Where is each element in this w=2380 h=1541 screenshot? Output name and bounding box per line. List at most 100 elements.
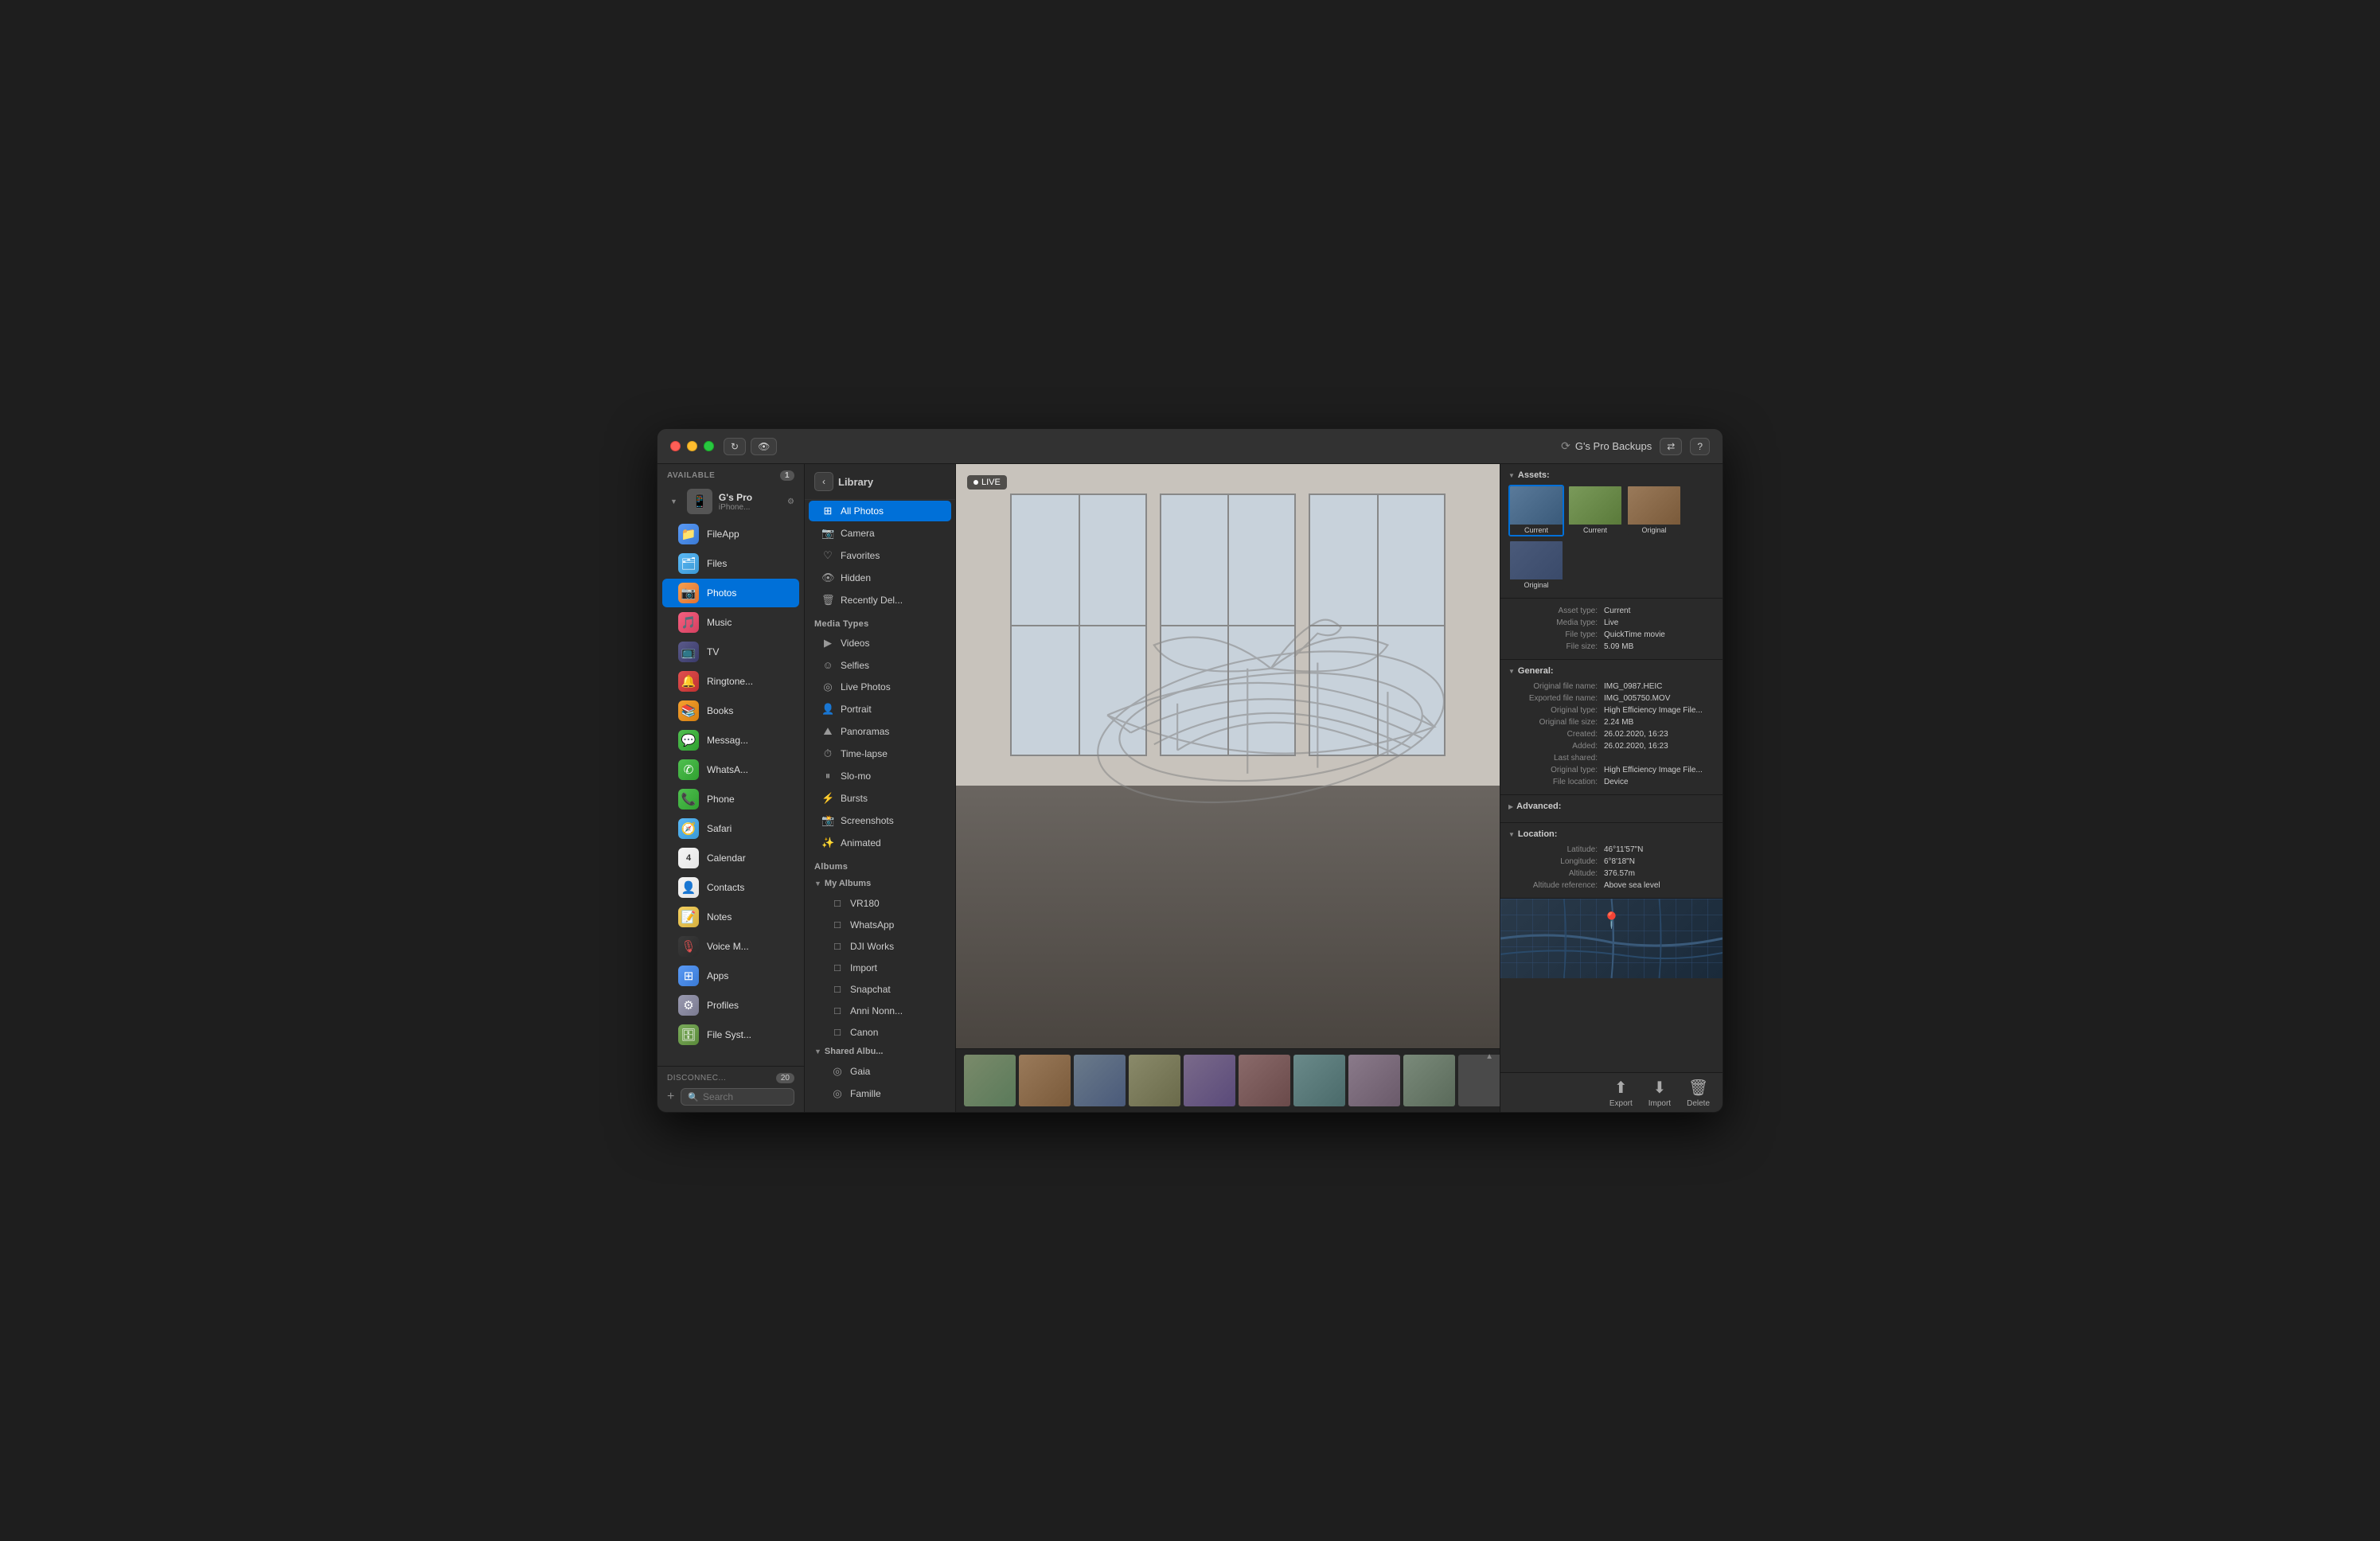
selfies-label: Selfies [841,660,869,671]
app-item-books[interactable]: 📚 Books [662,696,799,725]
nav-item-recently-deleted[interactable]: 🗑 Recently Del... [809,590,951,611]
close-button[interactable] [670,441,681,451]
nav-item-whatsapp-album[interactable]: □ WhatsApp [809,915,951,934]
location-collapse-icon[interactable]: ▼ [1508,831,1515,838]
app-item-notes[interactable]: 📝 Notes [662,903,799,931]
thumb-2[interactable] [1019,1055,1071,1106]
assets-collapse-icon[interactable]: ▼ [1508,472,1515,479]
hidden-label: Hidden [841,572,871,583]
nav-item-portrait[interactable]: 👤 Portrait [809,699,951,720]
add-button[interactable]: + [667,1090,674,1104]
asset-thumb-original-1[interactable]: Original [1626,485,1682,536]
import-button[interactable]: ⬇ Import [1648,1078,1671,1108]
app-item-music[interactable]: 🎵 Music [662,608,799,637]
device-collapse-icon[interactable]: ▼ [667,497,681,505]
device-settings-icon[interactable]: ⚙ [787,497,794,506]
general-title: General: [1518,666,1554,676]
albums-label: Albums [805,854,955,875]
app-item-apps[interactable]: ⊞ Apps [662,962,799,990]
general-collapse-icon[interactable]: ▼ [1508,668,1515,675]
recently-deleted-icon: 🗑 [821,594,834,607]
thumb-1[interactable] [964,1055,1016,1106]
nav-item-gaia[interactable]: ◎ Gaia [809,1061,951,1082]
advanced-collapse-icon[interactable]: ▶ [1508,803,1513,810]
refresh-button[interactable]: ↻ [724,438,746,455]
all-photos-label: All Photos [841,505,884,517]
app-item-contacts[interactable]: 👤 Contacts [662,873,799,902]
app-item-ringtone[interactable]: 🔔 Ringtone... [662,667,799,696]
original-type-key: Original type: [1508,706,1604,715]
nav-item-videos[interactable]: ▶ Videos [809,633,951,653]
shared-albums-expand[interactable]: ▼ Shared Albu... [805,1043,955,1060]
nav-item-timelapse[interactable]: ⏱ Time-lapse [809,743,951,764]
thumb-9[interactable] [1403,1055,1455,1106]
device-row[interactable]: ▼ 📱 G's Pro iPhone... ⚙ [657,484,804,519]
nav-item-famille[interactable]: ◎ Famille [809,1083,951,1104]
app-item-calendar[interactable]: 4 Calendar [662,844,799,872]
asset-thumb-original-2[interactable]: Original [1508,540,1564,591]
preview-button[interactable]: 👁 [751,438,777,455]
map-area[interactable]: 📍 [1500,899,1723,978]
assets-title: Assets: [1518,470,1550,480]
nav-item-screenshots[interactable]: 📸 Screenshots [809,810,951,831]
strip-collapse-icon[interactable]: ▲ [1485,1052,1493,1061]
thumb-4[interactable] [1129,1055,1180,1106]
app-item-tv[interactable]: 📺 TV [662,638,799,666]
app-item-fileapp[interactable]: 📁 FileApp [662,520,799,548]
app-item-files[interactable]: 🗂 Files [662,549,799,578]
export-button[interactable]: ⬆ Export [1609,1078,1633,1108]
maximize-button[interactable] [704,441,714,451]
nav-item-slomo[interactable]: ⏸ Slo-mo [809,766,951,786]
nav-item-live-photos[interactable]: ◎ Live Photos [809,677,951,697]
back-button[interactable]: ‹ [814,472,833,491]
device-title-text: G's Pro Backups [1575,440,1652,452]
asset-thumb-current-1[interactable]: Current [1508,485,1564,536]
app-item-photos[interactable]: 📷 Photos [662,579,799,607]
thumb-8[interactable] [1348,1055,1400,1106]
nav-item-camera[interactable]: 📷 Camera [809,523,951,544]
phone-label: Phone [707,794,735,805]
nav-item-anni[interactable]: □ Anni Nonn... [809,1001,951,1020]
my-albums-expand[interactable]: ▼ My Albums [805,875,955,892]
app-item-messages[interactable]: 💬 Messag... [662,726,799,755]
thumb-5[interactable] [1184,1055,1235,1106]
thumb-6[interactable] [1239,1055,1290,1106]
gaia-icon: ◎ [831,1065,844,1078]
snapchat-label: Snapchat [850,984,891,995]
nav-item-panoramas[interactable]: ⛰ Panoramas [809,721,951,742]
app-item-filesys[interactable]: 🗄 File Syst... [662,1020,799,1049]
nav-item-dji[interactable]: □ DJI Works [809,936,951,956]
nav-item-bursts[interactable]: ⚡ Bursts [809,788,951,809]
nav-item-hidden[interactable]: 👁 Hidden [809,568,951,588]
panoramas-icon: ⛰ [821,725,834,738]
thumb-3[interactable] [1074,1055,1126,1106]
nav-item-snapchat[interactable]: □ Snapchat [809,979,951,999]
nav-item-animated[interactable]: ✨ Animated [809,833,951,853]
app-item-profiles[interactable]: ⚙ Profiles [662,991,799,1020]
app-item-safari[interactable]: 🧭 Safari [662,814,799,843]
help-button[interactable]: ? [1690,438,1710,455]
nav-item-favorites[interactable]: ♡ Favorites [809,545,951,566]
nav-item-all-photos[interactable]: ⊞ All Photos [809,501,951,521]
delete-button[interactable]: 🗑 Delete [1687,1078,1710,1108]
thumb-7[interactable] [1293,1055,1345,1106]
app-item-phone[interactable]: 📞 Phone [662,785,799,813]
panel-scroll: ▼ Assets: Current Current [1500,464,1723,1072]
files-icon: 🗂 [678,553,699,574]
nav-item-selfies[interactable]: ☺ Selfies [809,655,951,675]
minimize-button[interactable] [687,441,697,451]
thumb-10[interactable] [1458,1055,1500,1106]
nav-item-canon[interactable]: □ Canon [809,1022,951,1042]
original-type2-val: High Efficiency Image File... [1604,766,1715,774]
transfer-button[interactable]: ⇄ [1660,438,1682,455]
asset-thumb-current-2[interactable]: Current [1567,485,1623,536]
search-input[interactable] [703,1091,787,1102]
app-item-whatsapp[interactable]: ✆ WhatsA... [662,755,799,784]
nav-item-vr180[interactable]: □ VR180 [809,893,951,913]
app-item-voicememo[interactable]: 🎙 Voice M... [662,932,799,961]
canon-icon: □ [831,1026,844,1038]
messages-icon: 💬 [678,730,699,751]
files-label: Files [707,558,727,569]
nav-item-import[interactable]: □ Import [809,958,951,977]
file-type-val: QuickTime movie [1604,630,1715,639]
